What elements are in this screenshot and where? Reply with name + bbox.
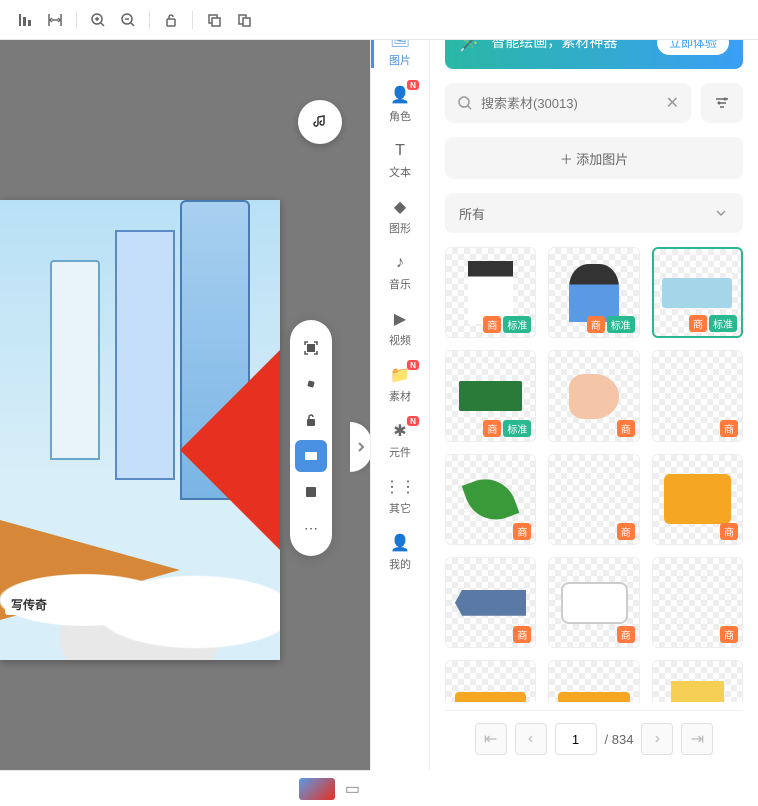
asset-card[interactable]: 商 — [548, 350, 639, 441]
search-input[interactable] — [481, 96, 666, 111]
expand-pages-icon[interactable]: ▭ — [345, 779, 360, 799]
category-label: 角色 — [389, 108, 411, 124]
category-角色[interactable]: 👤角色N — [371, 76, 429, 132]
page-input[interactable] — [555, 723, 597, 755]
category-label: 其它 — [389, 500, 411, 516]
category-文本[interactable]: T 文本 — [371, 132, 429, 188]
category-icon: 👤 — [389, 532, 411, 554]
asset-card[interactable]: 商标准 — [548, 247, 639, 338]
category-icon: ▶ — [389, 308, 411, 330]
category-label: 视频 — [389, 332, 411, 348]
category-icon: ⋮⋮ — [389, 476, 411, 498]
asset-card[interactable]: 商 — [548, 454, 639, 545]
category-icon: ◆ — [389, 196, 411, 218]
align-icon[interactable] — [10, 5, 40, 35]
zoom-out-icon[interactable] — [113, 5, 143, 35]
asset-card[interactable]: 商 — [445, 660, 536, 702]
search-box[interactable]: ✕ — [445, 83, 691, 123]
unlock-icon[interactable] — [156, 5, 186, 35]
asset-card[interactable]: 商 — [445, 454, 536, 545]
asset-tag: 商 — [720, 626, 738, 643]
lock-icon[interactable] — [295, 404, 327, 436]
asset-card[interactable]: 商标准 — [652, 247, 743, 338]
asset-tag: 商 — [720, 420, 738, 437]
prev-page-button[interactable]: ‹ — [515, 723, 547, 755]
focus-icon[interactable] — [295, 332, 327, 364]
asset-tag: 商 — [617, 626, 635, 643]
dropdown-value: 所有 — [459, 204, 485, 223]
category-我的[interactable]: 👤 我的 — [371, 524, 429, 580]
asset-card[interactable]: 商 — [652, 350, 743, 441]
category-其它[interactable]: ⋮⋮ 其它 — [371, 468, 429, 524]
category-sidebar: 🖼图片👤角色NT文本◆图形♪音乐▶视频📁素材N✱元件N⋮⋮其它👤我的 — [370, 0, 430, 770]
asset-tag: 商 — [689, 315, 707, 332]
category-icon: ♪ — [389, 252, 411, 274]
asset-card[interactable]: 商 — [445, 557, 536, 648]
pagination: ⇤ ‹ / 834 › ⇥ — [445, 710, 743, 755]
copy-icon[interactable] — [199, 5, 229, 35]
asset-card[interactable]: 商 — [652, 454, 743, 545]
category-label: 音乐 — [389, 276, 411, 292]
floating-toolbar: ⋯ — [290, 320, 332, 556]
artboard-caption: 写传奇 — [5, 594, 53, 615]
page-total: / 834 — [605, 732, 634, 747]
top-toolbar — [0, 0, 758, 40]
asset-card[interactable]: 商标准 — [445, 350, 536, 441]
asset-card[interactable]: 商 — [548, 557, 639, 648]
asset-tag: 标准 — [607, 316, 635, 333]
page-thumbnail[interactable] — [299, 778, 335, 800]
paste-icon[interactable] — [229, 5, 259, 35]
asset-card[interactable]: 商标准 — [445, 247, 536, 338]
next-page-button[interactable]: › — [641, 723, 673, 755]
music-button[interactable] — [298, 100, 342, 144]
category-label: 元件 — [389, 444, 411, 460]
spacing-icon[interactable] — [40, 5, 70, 35]
asset-tag: 商 — [587, 316, 605, 333]
bottom-strip: ▭ — [0, 770, 370, 806]
first-page-button[interactable]: ⇤ — [475, 723, 507, 755]
category-视频[interactable]: ▶ 视频 — [371, 300, 429, 356]
canvas-area[interactable]: 写传奇 ⋯ — [0, 40, 370, 770]
asset-tag: 商 — [483, 420, 501, 437]
asset-tag: 商 — [483, 316, 501, 333]
category-dropdown[interactable]: 所有 — [445, 193, 743, 233]
category-label: 我的 — [389, 556, 411, 572]
category-图形[interactable]: ◆ 图形 — [371, 188, 429, 244]
category-元件[interactable]: ✱元件N — [371, 412, 429, 468]
asset-card[interactable]: 商 — [548, 660, 639, 702]
asset-tag: 商 — [513, 626, 531, 643]
asset-grid: 商标准商标准商标准商标准商商商商商商商商商商商 — [445, 247, 743, 702]
asset-panel: 🪄 智能绘画，素材神器 立即体验 ✕ ＋ 添加图片 所有 商标准商标准商标准商标… — [430, 0, 758, 770]
clear-search-icon[interactable]: ✕ — [666, 93, 679, 113]
category-label: 图形 — [389, 220, 411, 236]
asset-card[interactable]: 商 — [652, 660, 743, 702]
asset-tag: 商 — [513, 523, 531, 540]
category-icon: T — [389, 140, 411, 162]
asset-tag: 商 — [617, 420, 635, 437]
add-image-button[interactable]: ＋ 添加图片 — [445, 137, 743, 179]
artboard[interactable]: 写传奇 — [0, 200, 280, 660]
category-label: 素材 — [389, 388, 411, 404]
new-badge: N — [407, 360, 419, 370]
category-素材[interactable]: 📁素材N — [371, 356, 429, 412]
asset-tag: 商 — [617, 523, 635, 540]
asset-tag: 标准 — [503, 316, 531, 333]
asset-tag: 标准 — [709, 315, 737, 332]
category-label: 文本 — [389, 164, 411, 180]
more-icon[interactable]: ⋯ — [295, 512, 327, 544]
category-音乐[interactable]: ♪ 音乐 — [371, 244, 429, 300]
zoom-in-icon[interactable] — [83, 5, 113, 35]
new-badge: N — [407, 416, 419, 426]
last-page-button[interactable]: ⇥ — [681, 723, 713, 755]
new-badge: N — [407, 80, 419, 90]
asset-card[interactable]: 商 — [652, 557, 743, 648]
display-icon[interactable] — [295, 440, 327, 472]
asset-tag: 标准 — [503, 420, 531, 437]
layers-icon[interactable] — [295, 476, 327, 508]
expand-tab[interactable] — [350, 422, 370, 472]
rotate-icon[interactable] — [295, 368, 327, 400]
category-label: 图片 — [389, 52, 411, 68]
filter-button[interactable] — [701, 83, 743, 123]
asset-tag: 商 — [720, 523, 738, 540]
